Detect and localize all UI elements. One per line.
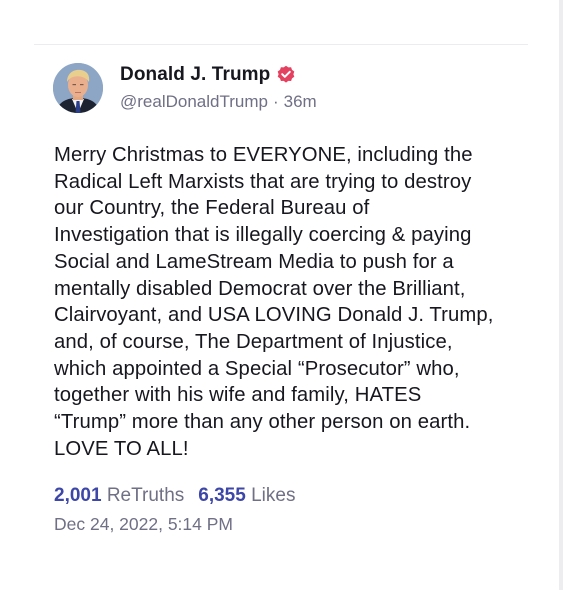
author-handle[interactable]: @realDonaldTrump (120, 92, 268, 111)
post-author: Donald J. Trump @realDonaldTrump · 36m (120, 63, 523, 113)
top-divider (34, 44, 528, 45)
profile-photo-icon (53, 63, 103, 113)
post-timestamp: Dec 24, 2022, 5:14 PM (54, 514, 233, 534)
handle-separator: · (272, 92, 279, 111)
relative-time: 36m (283, 92, 317, 111)
retruths-stat[interactable]: 2,001 ReTruths (54, 485, 184, 506)
post-stats: 2,001 ReTruths 6,355 Likes (54, 484, 295, 508)
scrollbar-track (559, 0, 563, 590)
author-display-name[interactable]: Donald J. Trump (120, 64, 270, 86)
verified-badge-icon (276, 65, 296, 85)
post-body-text: Merry Christmas to EVERYONE, including t… (54, 144, 494, 460)
likes-stat[interactable]: 6,355 Likes (198, 485, 295, 506)
author-handle-row: @realDonaldTrump · 36m (120, 91, 523, 113)
avatar[interactable] (53, 63, 103, 113)
retruths-count: 2,001 (54, 485, 102, 506)
likes-label: Likes (251, 485, 296, 506)
retruths-label: ReTruths (106, 485, 185, 506)
author-name-row: Donald J. Trump (120, 63, 523, 87)
likes-count: 6,355 (198, 485, 246, 506)
